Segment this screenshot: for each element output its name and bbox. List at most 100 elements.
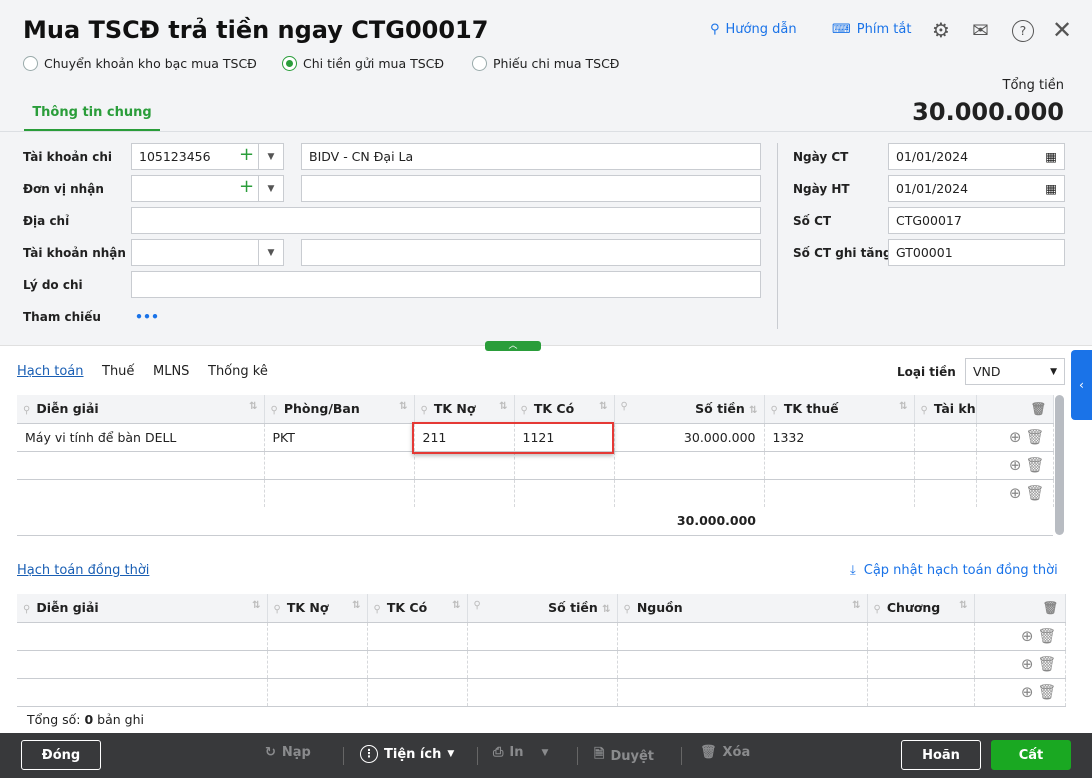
cell-description[interactable]: Máy vi tính để bàn DELL [17,423,265,452]
mail-icon[interactable]: ✉ [972,18,989,42]
radio-circle [282,56,297,71]
col-account[interactable]: ⚲ Tài kh [914,395,977,424]
add-icon[interactable]: + [239,144,254,165]
save-button[interactable]: Cất [991,740,1071,770]
delete-row-icon[interactable]: 🗑 [1037,655,1056,673]
total-value: 30.000.000 [912,98,1064,126]
tab-accounting[interactable]: Hạch toán [17,364,84,379]
date-ht-input[interactable]: 01/01/2024 ▦ [888,175,1065,202]
col-debit[interactable]: ⚲ TK Nợ ⇅ [414,395,515,424]
currency-select[interactable]: VND ▼ [965,358,1065,385]
account-label: Tài khoản chi [23,150,112,164]
tab-tax[interactable]: Thuế [102,364,134,379]
col-amount[interactable]: ⚲ Số tiền ⇅ [614,395,765,424]
increase-voucher-input[interactable]: GT00001 [888,239,1065,266]
scrollbar[interactable] [1055,395,1064,535]
account-dropdown[interactable]: ▼ [258,143,284,170]
delete-row-icon[interactable]: 🗑 [1025,456,1044,474]
reference-more-button[interactable]: ••• [135,309,159,324]
col-tax-account[interactable]: ⚲ TK thuế ⇅ [764,395,915,424]
cancel-button[interactable]: Hoãn [901,740,981,770]
calendar-icon[interactable]: ▦ [1045,181,1057,196]
add-row-icon[interactable]: ⊕ [1021,655,1034,673]
recipient-label: Đơn vị nhận [23,182,104,196]
concurrent-grid: ⚲ Diễn giải ⇅ ⚲ TK Nợ ⇅ ⚲ TK Có ⇅ ⚲ Số tiền ⇅ ⚲… [17,594,1066,707]
col-department[interactable]: ⚲ Phòng/Ban ⇅ [264,395,415,424]
highlight-box [412,422,614,454]
add-row-icon[interactable]: ⊕ [1009,456,1022,474]
col-description[interactable]: ⚲ Diễn giải ⇅ [17,395,265,424]
recv-account-input[interactable] [131,239,259,266]
delete-row-icon[interactable]: 🗑 [1025,428,1044,446]
add-row-icon[interactable]: ⊕ [1009,484,1022,502]
table-row[interactable]: ⊕ 🗑 [17,678,1066,707]
add-row-icon[interactable]: ⊕ [1009,428,1022,446]
trash-icon: 🗑 [700,745,717,760]
col-amount[interactable]: ⚲ Số tiền ⇅ [467,594,618,623]
print-button[interactable]: ⎙ In ▼ [493,745,548,760]
date-ct-input[interactable]: 01/01/2024 ▦ [888,143,1065,170]
radio-treasury-transfer[interactable]: Chuyển khoản kho bạc mua TSCĐ [23,56,257,71]
table-row[interactable]: ⊕ 🗑 [17,479,1054,507]
table-row[interactable]: ⊕ 🗑 [17,650,1066,679]
col-credit[interactable]: ⚲ TK Có ⇅ [367,594,468,623]
recipient-dropdown[interactable]: ▼ [258,175,284,202]
currency-label: Loại tiền [897,365,956,379]
shortcut-label: Phím tắt [856,22,912,37]
add-row-icon[interactable]: ⊕ [1021,627,1034,645]
delete-row-icon[interactable]: 🗑 [1037,683,1056,701]
col-credit[interactable]: ⚲ TK Có ⇅ [514,395,615,424]
add-row-icon[interactable]: ⊕ [1021,683,1034,701]
tab-statistics[interactable]: Thống kê [208,364,268,379]
radio-circle [23,56,38,71]
calendar-icon[interactable]: ▦ [1045,149,1057,164]
close-button[interactable]: Đóng [21,740,101,770]
bank-input[interactable]: BIDV - CN Đại La [301,143,761,170]
close-icon[interactable]: ✕ [1052,16,1072,44]
radio-cash-payment[interactable]: Phiếu chi mua TSCĐ [472,56,619,71]
cell-account[interactable] [914,423,977,452]
shortcut-link[interactable]: ⌨ Phím tắt [832,22,911,37]
add-icon[interactable]: + [239,176,254,197]
voucher-no-input[interactable]: CTG00017 [888,207,1065,234]
help-icon[interactable]: ? [1012,20,1034,42]
guide-link[interactable]: ⚲ Hướng dẫn [710,22,797,37]
reload-button[interactable]: ↻ Nạp [265,745,311,760]
radio-deposit-payment[interactable]: Chi tiền gửi mua TSCĐ [282,56,444,71]
delete-button[interactable]: 🗑 Xóa [700,745,750,760]
gear-icon[interactable]: ⚙ [932,18,950,42]
recv-bank-input[interactable] [301,239,761,266]
date-ht-label: Ngày HT [793,182,850,196]
reason-label: Lý do chi [23,278,83,292]
table-row[interactable]: ⊕ 🗑 [17,451,1054,480]
cell-amount[interactable]: 30.000.000 [614,423,765,452]
reason-input[interactable] [131,271,761,298]
cell-department[interactable]: PKT [264,423,415,452]
col-description[interactable]: ⚲ Diễn giải ⇅ [17,594,268,623]
delete-all-icon[interactable]: 🗑 [974,594,1066,623]
collapse-button[interactable]: ︿ [485,341,541,351]
delete-row-icon[interactable]: 🗑 [1037,627,1056,645]
tab-mlns[interactable]: MLNS [153,364,189,379]
more-icon: ⋮ [360,745,378,763]
guide-label: Hướng dẫn [725,22,797,37]
approve-button[interactable]: 🗎 Duyệt [594,745,654,767]
delete-all-icon[interactable]: 🗑 [976,395,1054,424]
col-source[interactable]: ⚲ Nguồn ⇅ [617,594,868,623]
side-panel-toggle[interactable]: ‹ [1071,350,1092,420]
concurrent-accounting-title[interactable]: Hạch toán đồng thời [17,563,149,578]
recv-account-dropdown[interactable]: ▼ [258,239,284,266]
reference-label: Tham chiếu [23,310,101,324]
cell-tax-account[interactable]: 1332 [764,423,915,452]
update-icon: ⤓ [850,563,856,578]
col-debit[interactable]: ⚲ TK Nợ ⇅ [267,594,368,623]
update-concurrent-button[interactable]: ⤓ Cập nhật hạch toán đồng thời [850,563,1058,578]
utilities-button[interactable]: ⋮ Tiện ích ▼ [360,745,454,763]
table-row[interactable]: ⊕ 🗑 [17,622,1066,651]
tab-general-info[interactable]: Thông tin chung [24,105,160,132]
delete-row-icon[interactable]: 🗑 [1025,484,1044,502]
radio-label: Chi tiền gửi mua TSCĐ [303,56,445,71]
recipient-name-input[interactable] [301,175,761,202]
address-input[interactable] [131,207,761,234]
col-chapter[interactable]: ⚲ Chương ⇅ [867,594,975,623]
